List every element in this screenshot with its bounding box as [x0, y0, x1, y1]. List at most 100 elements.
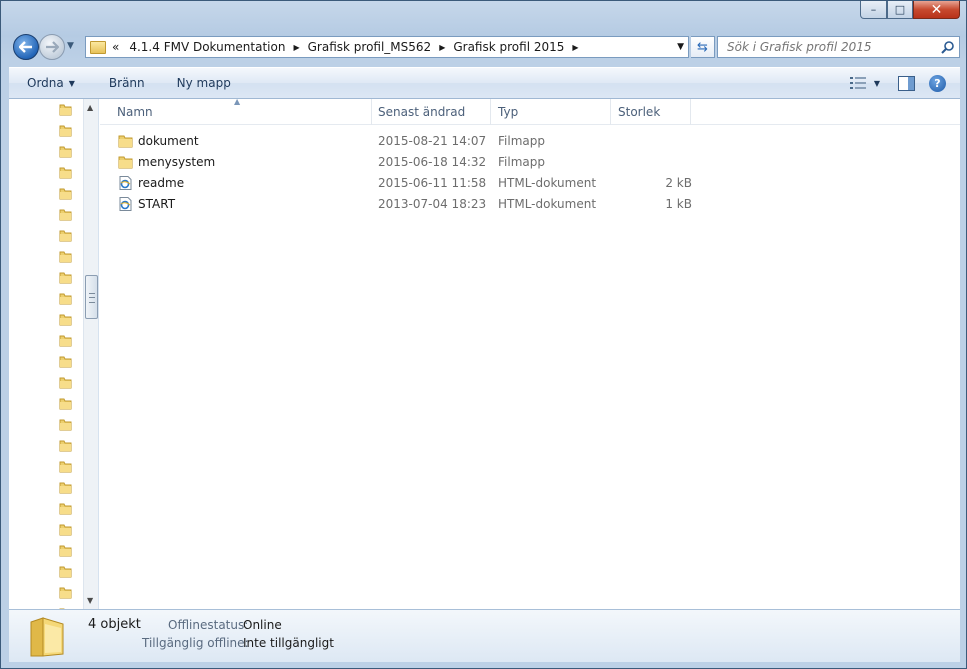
details-pane: 4 objekt Offlinestatus: Online Tillgängl… — [9, 609, 960, 662]
help-icon[interactable]: ? — [929, 74, 946, 92]
folder-icon — [118, 135, 133, 148]
command-bar: Ordna ▼ Bränn Ny mapp ▼ ? — [9, 67, 960, 99]
file-row-readme[interactable]: readme 2015-06-11 11:58 HTML-dokument 2 … — [100, 173, 960, 194]
navigation-scrollbar[interactable]: ▲ ▼ — [83, 99, 98, 609]
content-area: ▲ ▼ Namn ▲ Senast ändrad Typ Storlek dok… — [9, 97, 960, 609]
file-date: 2015-06-11 11:58 — [378, 176, 487, 190]
maximize-button[interactable]: □ — [887, 1, 913, 19]
search-input[interactable] — [725, 39, 939, 55]
offline-status-value: Online — [243, 618, 282, 632]
tree-folder-icon[interactable] — [59, 125, 72, 137]
breadcrumb-item[interactable]: Grafisk profil 2015 — [451, 40, 566, 54]
tree-folder-icon[interactable] — [59, 293, 72, 305]
tree-folder-icon[interactable] — [59, 398, 72, 410]
search-icon[interactable] — [941, 40, 955, 54]
folder-icon — [90, 40, 106, 54]
tree-folder-icon[interactable] — [59, 377, 72, 389]
tree-folder-icon[interactable] — [59, 167, 72, 179]
tree-folder-icon[interactable] — [59, 251, 72, 263]
caption-buttons: – □ ✕ — [860, 1, 960, 19]
tree-folder-icon[interactable] — [59, 230, 72, 242]
file-date: 2015-08-21 14:07 — [378, 134, 487, 148]
organize-label: Ordna — [27, 76, 64, 90]
back-arrow-icon — [19, 41, 32, 53]
explorer-window: – □ ✕ ▼ « 4.1.4 FMV Dokumentation ▶ Graf… — [0, 0, 967, 669]
tree-folder-icon[interactable] — [59, 146, 72, 158]
file-size — [618, 152, 692, 173]
navigation-bar: ▼ « 4.1.4 FMV Dokumentation ▶ Grafisk pr… — [9, 33, 960, 61]
tree-folder-icon[interactable] — [59, 461, 72, 473]
navigation-pane[interactable]: ▲ ▼ — [9, 99, 99, 609]
tree-folder-icon[interactable] — [59, 587, 72, 599]
file-name: dokument — [138, 134, 199, 148]
tree-folder-icon[interactable] — [59, 566, 72, 578]
html-document-icon — [119, 197, 132, 211]
breadcrumb-chevron-icon[interactable]: ▶ — [439, 43, 445, 52]
file-row-dokument[interactable]: dokument 2015-08-21 14:07 Filmapp — [100, 131, 960, 152]
file-size: 2 kB — [665, 176, 692, 190]
column-header-size[interactable]: Storlek — [611, 99, 691, 125]
sort-ascending-icon: ▲ — [234, 97, 241, 106]
file-type: HTML-dokument — [498, 176, 597, 190]
available-offline-label: Tillgänglig offline: — [142, 636, 249, 650]
item-count: 4 objekt — [88, 617, 141, 632]
html-document-icon — [119, 176, 132, 190]
tree-folder-icon[interactable] — [59, 272, 72, 284]
scroll-up-icon[interactable]: ▲ — [87, 103, 93, 112]
column-header-date[interactable]: Senast ändrad — [371, 99, 491, 125]
breadcrumb-item[interactable]: 4.1.4 FMV Dokumentation — [127, 40, 287, 54]
forward-arrow-icon — [46, 41, 59, 53]
burn-button[interactable]: Bränn — [87, 68, 157, 98]
file-row-start[interactable]: START 2013-07-04 18:23 HTML-dokument 1 k… — [100, 194, 960, 215]
tree-folder-icon[interactable] — [59, 524, 72, 536]
breadcrumb-chevron-icon[interactable]: ▶ — [572, 43, 578, 52]
close-button[interactable]: ✕ — [913, 1, 960, 19]
chevron-down-icon: ▼ — [68, 78, 75, 88]
tree-folder-icon[interactable] — [59, 188, 72, 200]
tree-folder-icon[interactable] — [59, 440, 72, 452]
column-headers: Namn ▲ Senast ändrad Typ Storlek — [100, 97, 960, 125]
refresh-button[interactable]: ⇆ — [691, 36, 715, 58]
file-type: Filmapp — [498, 134, 545, 148]
refresh-icon: ⇆ — [697, 39, 708, 55]
breadcrumb-chevron-icon[interactable]: ▶ — [293, 43, 299, 52]
file-name: START — [138, 197, 176, 211]
view-dropdown-icon[interactable]: ▼ — [874, 79, 880, 88]
tree-folder-icon[interactable] — [59, 104, 72, 116]
search-box[interactable] — [717, 36, 960, 58]
tree-folder-icon[interactable] — [59, 482, 72, 494]
scroll-thumb[interactable] — [85, 275, 98, 319]
organize-button[interactable]: Ordna ▼ — [9, 68, 87, 98]
file-type: Filmapp — [498, 155, 545, 169]
toolbar-right: ▼ ? — [849, 68, 960, 98]
preview-pane-icon[interactable] — [898, 75, 915, 91]
back-button[interactable] — [13, 34, 39, 60]
available-offline-value: Inte tillgängligt — [243, 636, 334, 650]
tree-folder-icon[interactable] — [59, 209, 72, 221]
recent-pages-dropdown[interactable]: ▼ — [67, 41, 74, 51]
offline-status-label: Offlinestatus: — [168, 618, 249, 632]
tree-folder-icon[interactable] — [59, 314, 72, 326]
folder-icon — [118, 156, 133, 169]
address-dropdown-icon[interactable]: ▼ — [677, 42, 684, 52]
scroll-down-icon[interactable]: ▼ — [87, 596, 93, 605]
column-header-type[interactable]: Typ — [491, 99, 611, 125]
file-list[interactable]: Namn ▲ Senast ändrad Typ Storlek dokumen… — [100, 97, 960, 609]
address-bar[interactable]: « 4.1.4 FMV Dokumentation ▶ Grafisk prof… — [85, 36, 689, 58]
file-type: HTML-dokument — [498, 197, 597, 211]
breadcrumb-overflow[interactable]: « — [110, 40, 121, 54]
view-options-icon[interactable] — [849, 77, 866, 89]
file-name: readme — [138, 176, 185, 190]
file-row-menysystem[interactable]: menysystem 2015-06-18 14:32 Filmapp — [100, 152, 960, 173]
file-size — [618, 131, 692, 152]
breadcrumb-item[interactable]: Grafisk profil_MS562 — [306, 40, 434, 54]
forward-button[interactable] — [39, 34, 65, 60]
tree-folder-icon[interactable] — [59, 503, 72, 515]
tree-folder-icon[interactable] — [59, 545, 72, 557]
new-folder-button[interactable]: Ny mapp — [157, 68, 243, 98]
column-header-name[interactable]: Namn — [110, 99, 372, 125]
minimize-button[interactable]: – — [860, 1, 887, 19]
tree-folder-icon[interactable] — [59, 335, 72, 347]
tree-folder-icon[interactable] — [59, 356, 72, 368]
tree-folder-icon[interactable] — [59, 419, 72, 431]
